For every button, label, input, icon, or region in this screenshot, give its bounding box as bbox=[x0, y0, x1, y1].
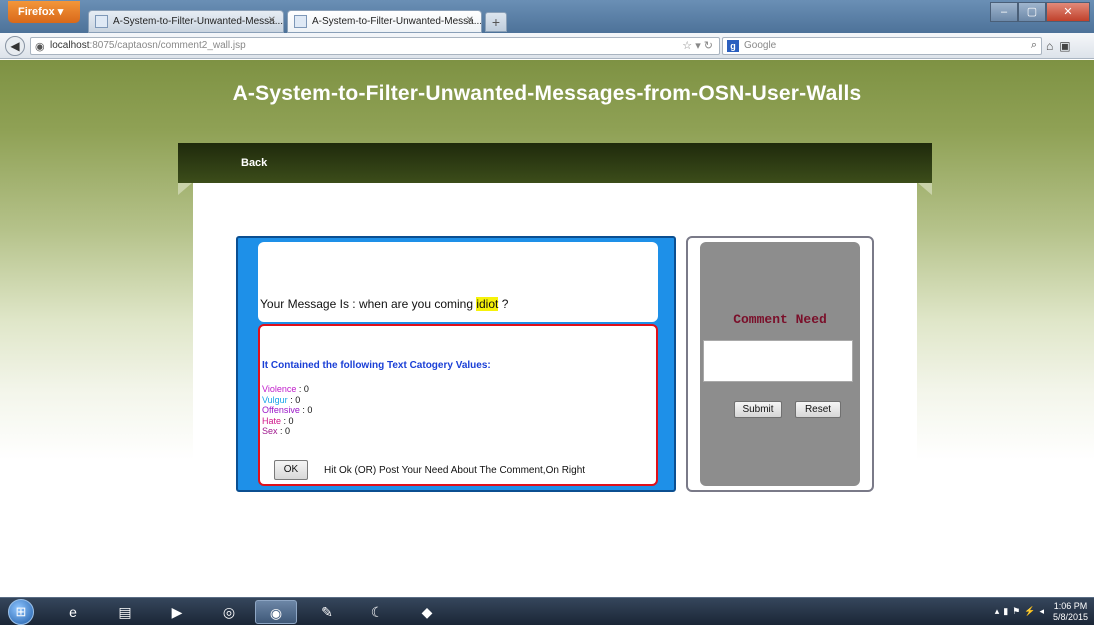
browser-back-button[interactable]: ◀ bbox=[5, 36, 25, 56]
system-tray-icons[interactable]: ▴▮⚑⚡◂ bbox=[995, 606, 1048, 617]
comment-panel-inner: Comment Need Submit Reset bbox=[700, 242, 860, 486]
tab-title: A-System-to-Filter-Unwanted-Messa... bbox=[113, 16, 284, 27]
message-text: Your Message Is : when are you coming id… bbox=[260, 297, 508, 311]
virtualbox-icon[interactable]: ◆ bbox=[406, 600, 448, 624]
category-value: : 0 bbox=[296, 384, 309, 394]
category-list: Violence : 0 Vulgur : 0 Offensive : 0 Ha… bbox=[262, 384, 312, 437]
category-label: Offensive bbox=[262, 405, 300, 415]
flagged-word: idiot bbox=[476, 297, 499, 311]
site-title: A-System-to-Filter-Unwanted-Messages-fro… bbox=[232, 82, 862, 105]
browser-tab-2[interactable]: A-System-to-Filter-Unwanted-Messa... ✕ bbox=[287, 10, 482, 33]
category-sex: Sex : 0 bbox=[262, 426, 312, 437]
firefox-taskbar-icon[interactable]: ◉ bbox=[255, 600, 297, 624]
maximize-button[interactable]: ▢ bbox=[1018, 2, 1046, 22]
media-player-icon[interactable]: ▶ bbox=[156, 600, 198, 624]
close-window-button[interactable]: ✕ bbox=[1046, 2, 1090, 22]
url-bar[interactable]: ◉ localhost:8075/captaosn/comment2_wall.… bbox=[30, 37, 720, 55]
minimize-button[interactable]: – bbox=[990, 2, 1018, 22]
paint-icon[interactable]: ✎ bbox=[306, 600, 348, 624]
category-hate: Hate : 0 bbox=[262, 416, 312, 427]
submit-button[interactable]: Submit bbox=[734, 401, 782, 418]
url-path: :8075/captaosn/comment2_wall.jsp bbox=[89, 40, 246, 51]
comment-panel: Comment Need Submit Reset bbox=[686, 236, 874, 492]
page-favicon-icon bbox=[294, 15, 307, 28]
url-text: localhost:8075/captaosn/comment2_wall.js… bbox=[50, 40, 246, 51]
url-host: localhost bbox=[50, 40, 90, 51]
category-value: : 0 bbox=[281, 415, 294, 426]
browser-tab-1[interactable]: A-System-to-Filter-Unwanted-Messa... ✕ bbox=[88, 10, 284, 33]
message-display: Your Message Is : when are you coming id… bbox=[258, 242, 658, 322]
taskbar-clock[interactable]: 1:06 PM 5/8/2015 bbox=[1053, 601, 1088, 623]
category-label: Violence bbox=[262, 384, 297, 394]
category-value: : 0 bbox=[287, 394, 301, 405]
page-favicon-icon bbox=[95, 15, 108, 28]
clock-time: 1:06 PM bbox=[1053, 601, 1088, 611]
google-engine-icon[interactable]: g bbox=[727, 40, 739, 52]
chrome-icon[interactable]: ◎ bbox=[208, 600, 250, 624]
message-panel: Your Message Is : when are you coming id… bbox=[236, 236, 676, 492]
home-icon[interactable]: ⌂▣ bbox=[1046, 39, 1077, 53]
windows-taskbar: ⊞ e ▤ ▶ ◎ ◉ ✎ ☾ ◆ ▴▮⚑⚡◂ 1:06 PM 5/8/2015 bbox=[0, 597, 1094, 625]
category-results: It Contained the following Text Catogery… bbox=[258, 324, 658, 486]
close-tab-icon[interactable]: ✕ bbox=[268, 15, 276, 26]
message-suffix: ? bbox=[498, 297, 509, 311]
category-label: Sex bbox=[262, 426, 278, 436]
search-bar[interactable]: g Google ⌕ bbox=[722, 37, 1042, 55]
site-identity-icon: ◉ bbox=[35, 41, 45, 53]
start-button[interactable]: ⊞ bbox=[8, 599, 34, 625]
eclipse-icon[interactable]: ☾ bbox=[356, 600, 398, 624]
ribbon-fold-left bbox=[178, 183, 192, 195]
browser-navbar: ◀ ◉ localhost:8075/captaosn/comment2_wal… bbox=[0, 33, 1094, 59]
firefox-menu-label: Firefox bbox=[18, 6, 55, 18]
firefox-menu-button[interactable]: Firefox ▾ bbox=[8, 1, 80, 23]
internet-explorer-icon[interactable]: e bbox=[52, 600, 94, 624]
category-value: : 0 bbox=[299, 405, 313, 415]
close-tab-icon[interactable]: ✕ bbox=[466, 15, 474, 26]
hint-text: Hit Ok (OR) Post Your Need About The Com… bbox=[324, 465, 586, 476]
category-heading: It Contained the following Text Catogery… bbox=[262, 360, 491, 371]
comment-textarea[interactable] bbox=[703, 340, 853, 382]
new-tab-button[interactable]: + bbox=[485, 12, 507, 32]
category-label: Vulgur bbox=[262, 394, 288, 405]
window-controls: – ▢ ✕ bbox=[990, 2, 1090, 22]
clock-date: 5/8/2015 bbox=[1052, 612, 1088, 622]
ok-button[interactable]: OK bbox=[274, 460, 308, 480]
search-icon[interactable]: ⌕ bbox=[1031, 39, 1037, 52]
reset-button[interactable]: Reset bbox=[795, 401, 841, 418]
tab-title: A-System-to-Filter-Unwanted-Messa... bbox=[312, 16, 482, 27]
comment-need-title: Comment Need bbox=[733, 312, 827, 327]
category-label: Hate bbox=[262, 415, 282, 426]
bookmark-star-icon[interactable]: ☆ ▾ ↻ bbox=[682, 39, 713, 52]
site-nav-bar: Back bbox=[178, 143, 932, 183]
browser-titlebar: Firefox ▾ A-System-to-Filter-Unwanted-Me… bbox=[0, 0, 1094, 33]
page-viewport: A-System-to-Filter-Unwanted-Messages-fro… bbox=[0, 60, 1094, 597]
category-violence: Violence : 0 bbox=[262, 384, 312, 395]
search-placeholder: Google bbox=[744, 40, 777, 51]
file-explorer-icon[interactable]: ▤ bbox=[104, 600, 146, 624]
ribbon-fold-right bbox=[918, 183, 932, 195]
message-prefix: Your Message Is : when are you coming bbox=[260, 297, 477, 311]
nav-back-link[interactable]: Back bbox=[241, 157, 267, 169]
category-offensive: Offensive : 0 bbox=[262, 405, 312, 416]
category-vulgur: Vulgur : 0 bbox=[262, 395, 312, 406]
category-value: : 0 bbox=[277, 426, 291, 436]
